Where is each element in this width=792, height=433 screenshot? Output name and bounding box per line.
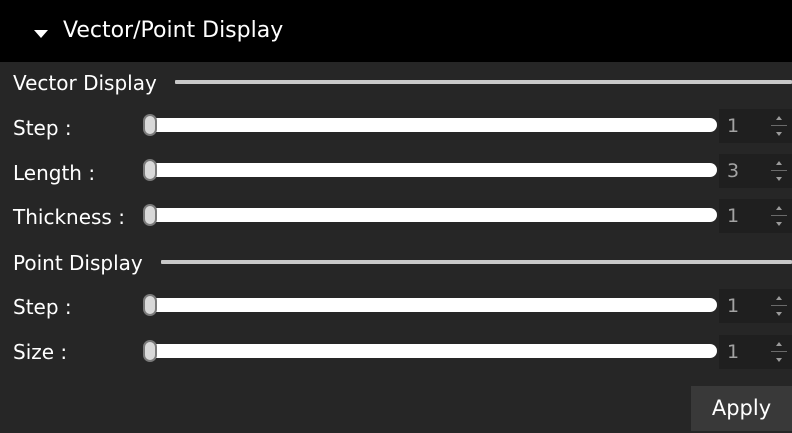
spin-up-arrow-icon[interactable] bbox=[776, 342, 782, 346]
apply-button[interactable]: Apply bbox=[691, 386, 792, 431]
spin-up-arrow-icon[interactable] bbox=[776, 296, 782, 300]
spin-up-arrow-icon[interactable] bbox=[776, 206, 782, 210]
vector-thickness-slider[interactable] bbox=[143, 204, 717, 226]
spinbox-arrows[interactable] bbox=[763, 338, 792, 366]
spinbox-value[interactable]: 1 bbox=[727, 335, 739, 369]
point-display-group-title: Point Display bbox=[13, 251, 143, 275]
spinbox-value[interactable]: 1 bbox=[727, 109, 739, 143]
spinbox-arrows[interactable] bbox=[763, 292, 792, 320]
triangle-down-icon[interactable] bbox=[34, 30, 48, 38]
vector-display-group-title: Vector Display bbox=[13, 71, 157, 95]
spin-divider bbox=[771, 215, 787, 216]
vector-step-slider[interactable] bbox=[143, 114, 717, 136]
spin-divider bbox=[771, 305, 787, 306]
vector-length-spinbox[interactable]: 3 bbox=[719, 154, 792, 188]
vector-point-display-panel: Vector/Point Display Vector Display Step… bbox=[0, 0, 792, 433]
vector-step-spinbox[interactable]: 1 bbox=[719, 109, 792, 143]
spin-divider bbox=[771, 170, 787, 171]
slider-handle[interactable] bbox=[143, 204, 157, 226]
vector-length-label: Length : bbox=[13, 161, 96, 185]
slider-handle[interactable] bbox=[143, 294, 157, 316]
slider-track[interactable] bbox=[147, 163, 717, 177]
vector-step-label: Step : bbox=[13, 116, 72, 140]
spin-divider bbox=[771, 351, 787, 352]
spinbox-value[interactable]: 3 bbox=[727, 154, 739, 188]
panel-header[interactable]: Vector/Point Display bbox=[0, 0, 792, 62]
spinbox-value[interactable]: 1 bbox=[727, 199, 739, 233]
spinbox-arrows[interactable] bbox=[763, 157, 792, 185]
slider-track[interactable] bbox=[147, 208, 717, 222]
spin-up-arrow-icon[interactable] bbox=[776, 116, 782, 120]
panel-title: Vector/Point Display bbox=[63, 18, 284, 43]
slider-track[interactable] bbox=[147, 344, 717, 358]
point-size-label: Size : bbox=[13, 340, 68, 364]
vector-thickness-label: Thickness : bbox=[13, 205, 125, 229]
slider-handle[interactable] bbox=[143, 340, 157, 362]
vector-display-divider bbox=[175, 80, 792, 84]
slider-track[interactable] bbox=[147, 118, 717, 132]
point-step-slider[interactable] bbox=[143, 294, 717, 316]
slider-handle[interactable] bbox=[143, 114, 157, 136]
slider-handle[interactable] bbox=[143, 159, 157, 181]
spin-down-arrow-icon[interactable] bbox=[776, 358, 782, 362]
spin-up-arrow-icon[interactable] bbox=[776, 161, 782, 165]
point-size-spinbox[interactable]: 1 bbox=[719, 335, 792, 369]
point-step-spinbox[interactable]: 1 bbox=[719, 289, 792, 323]
spinbox-value[interactable]: 1 bbox=[727, 289, 739, 323]
slider-track[interactable] bbox=[147, 298, 717, 312]
spin-down-arrow-icon[interactable] bbox=[776, 222, 782, 226]
vector-thickness-spinbox[interactable]: 1 bbox=[719, 199, 792, 233]
spin-down-arrow-icon[interactable] bbox=[776, 132, 782, 136]
point-display-divider bbox=[161, 260, 792, 264]
spinbox-arrows[interactable] bbox=[763, 202, 792, 230]
spin-down-arrow-icon[interactable] bbox=[776, 177, 782, 181]
spin-divider bbox=[771, 125, 787, 126]
spinbox-arrows[interactable] bbox=[763, 112, 792, 140]
vector-length-slider[interactable] bbox=[143, 159, 717, 181]
spin-down-arrow-icon[interactable] bbox=[776, 312, 782, 316]
point-size-slider[interactable] bbox=[143, 340, 717, 362]
point-step-label: Step : bbox=[13, 295, 72, 319]
